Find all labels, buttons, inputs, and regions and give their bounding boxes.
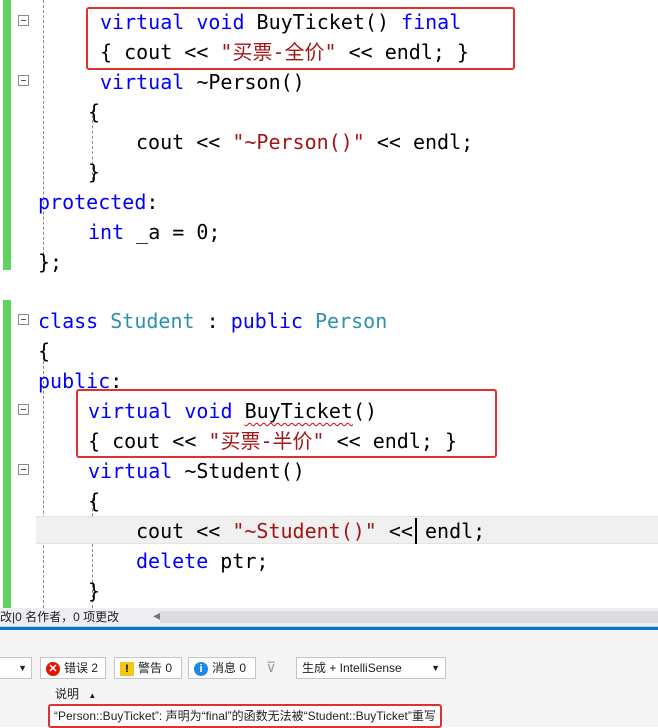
chevron-down-icon: ▼ [18, 663, 27, 673]
code-token: int [88, 220, 125, 244]
code-line[interactable]: virtual ~Student() [88, 456, 305, 486]
code-token: class [38, 309, 99, 333]
code-line[interactable]: { [88, 486, 100, 516]
code-token: } [88, 160, 101, 184]
code-line[interactable]: delete ptr; [136, 546, 268, 576]
code-token: virtual [100, 70, 185, 94]
code-token: { [88, 100, 101, 124]
horizontal-scrollbar[interactable] [160, 611, 658, 623]
messages-filter-button[interactable]: i 消息 0 [188, 657, 256, 679]
code-line[interactable]: cout << "~Person()" << endl; [136, 127, 473, 157]
collapse-icon[interactable] [18, 464, 29, 475]
editor-gutter [0, 0, 14, 608]
code-token: cout << [136, 519, 233, 543]
change-bar [3, 300, 11, 608]
code-line[interactable]: { [88, 97, 100, 127]
error-message-row[interactable]: “Person::BuyTicket”: 声明为“final”的函数无法被“St… [48, 704, 442, 728]
code-token: ~Person() [184, 70, 305, 94]
errors-filter-button[interactable]: ✕ 错误 2 [40, 657, 106, 679]
change-count: 改|0 名作者，0 项更改 [0, 610, 120, 624]
warnings-count: 警告 0 [138, 661, 173, 675]
editor-status-bar: 改|0 名作者，0 项更改 ◀ [0, 608, 658, 627]
chevron-down-icon: ▼ [431, 663, 440, 673]
text-caret [415, 518, 417, 544]
scope-dropdown[interactable]: ▼ [0, 657, 32, 679]
collapse-icon[interactable] [18, 314, 29, 325]
code-token: cout << [136, 130, 233, 154]
errors-count: 错误 2 [64, 661, 99, 675]
code-token: delete [136, 549, 209, 573]
code-token: Person [314, 309, 388, 333]
code-token: "~Person()" [232, 130, 365, 154]
outline-guide [43, 0, 44, 270]
code-token: { [88, 489, 101, 513]
code-line[interactable]: { [38, 336, 50, 366]
code-token: : [194, 309, 231, 333]
code-token: ~Student() [172, 459, 305, 483]
collapse-icon[interactable] [18, 75, 29, 86]
code-editor[interactable]: virtual void BuyTicket() final{ cout << … [0, 0, 658, 608]
code-token: ptr; [208, 549, 269, 573]
code-token: "~Student()" [232, 519, 377, 543]
code-line[interactable]: class Student : public Person [38, 306, 387, 336]
warning-icon: ! [120, 661, 134, 676]
code-token: protected [38, 190, 147, 214]
code-token: << endl; [364, 130, 474, 154]
description-column-header[interactable]: 说明 ▲ [55, 685, 96, 702]
code-line[interactable]: }; [38, 247, 62, 277]
error-list-panel: ▼ ✕ 错误 2 ! 警告 0 i 消息 0 ⊽ 生成 + IntelliSense … [0, 630, 658, 728]
code-token: Student [110, 309, 195, 333]
code-line[interactable]: virtual ~Person() [100, 67, 305, 97]
code-token: : [146, 190, 159, 214]
code-token: public [230, 309, 303, 333]
highlight-box-derived-method [76, 389, 497, 458]
error-list-toolbar: ▼ ✕ 错误 2 ! 警告 0 i 消息 0 ⊽ 生成 + IntelliSense … [0, 657, 658, 681]
code-token: } [88, 579, 101, 603]
build-filter-label: 生成 + IntelliSense [302, 661, 402, 675]
code-line[interactable]: } [88, 157, 100, 187]
collapse-icon[interactable] [18, 15, 29, 26]
build-filter-dropdown[interactable]: 生成 + IntelliSense ▼ [296, 657, 446, 679]
code-token: _a = 0; [124, 220, 221, 244]
highlight-box-base-method [86, 7, 515, 70]
sort-ascending-icon: ▲ [88, 691, 97, 700]
change-bar [3, 0, 11, 270]
messages-count: 消息 0 [212, 661, 247, 675]
filter-icon[interactable]: ⊽ [266, 659, 276, 676]
code-line[interactable]: cout << "~Student()" << endl; [136, 516, 485, 546]
code-line[interactable]: protected: [38, 187, 158, 217]
code-token: { [38, 339, 51, 363]
code-token: << endl; [376, 519, 486, 543]
code-line[interactable]: int _a = 0; [88, 217, 220, 247]
warnings-filter-button[interactable]: ! 警告 0 [114, 657, 182, 679]
code-token: }; [38, 250, 63, 274]
info-icon: i [194, 661, 208, 676]
code-token: virtual [88, 459, 173, 483]
code-line[interactable]: } [88, 576, 100, 606]
error-icon: ✕ [46, 661, 60, 676]
column-header-label: 说明 [55, 687, 80, 701]
collapse-icon[interactable] [18, 404, 29, 415]
